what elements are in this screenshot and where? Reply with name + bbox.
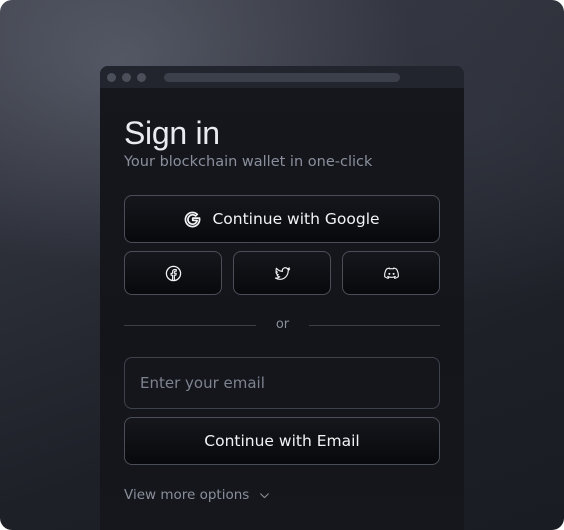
email-button-label: Continue with Email [204, 432, 360, 450]
address-bar [164, 73, 400, 82]
continue-with-google-button[interactable]: Continue with Google [124, 195, 440, 243]
more-options-label: View more options [124, 487, 250, 503]
google-button-label: Continue with Google [212, 210, 380, 228]
divider-or-text: or [275, 317, 290, 332]
browser-window: Sign in Your blockchain wallet in one-cl… [100, 66, 464, 530]
twitter-login-button[interactable] [233, 251, 331, 295]
facebook-login-button[interactable] [124, 251, 222, 295]
discord-login-button[interactable] [342, 251, 440, 295]
page-title: Sign in [124, 115, 220, 151]
window-dot [122, 73, 131, 82]
facebook-icon [165, 265, 181, 281]
twitter-icon [274, 266, 290, 280]
window-dot [137, 73, 146, 82]
chevron-down-icon [260, 492, 270, 498]
view-more-options-link[interactable]: View more options [124, 487, 271, 503]
window-titlebar [100, 66, 464, 88]
background-stage: Sign in Your blockchain wallet in one-cl… [0, 0, 564, 530]
divider-line-right [309, 325, 440, 326]
page-subtitle: Your blockchain wallet in one-click [124, 154, 373, 170]
google-icon [185, 211, 201, 227]
email-input[interactable] [124, 357, 440, 409]
discord-icon [383, 267, 399, 279]
continue-with-email-button[interactable]: Continue with Email [124, 417, 440, 465]
divider-line-left [124, 325, 256, 326]
window-dot [107, 73, 116, 82]
